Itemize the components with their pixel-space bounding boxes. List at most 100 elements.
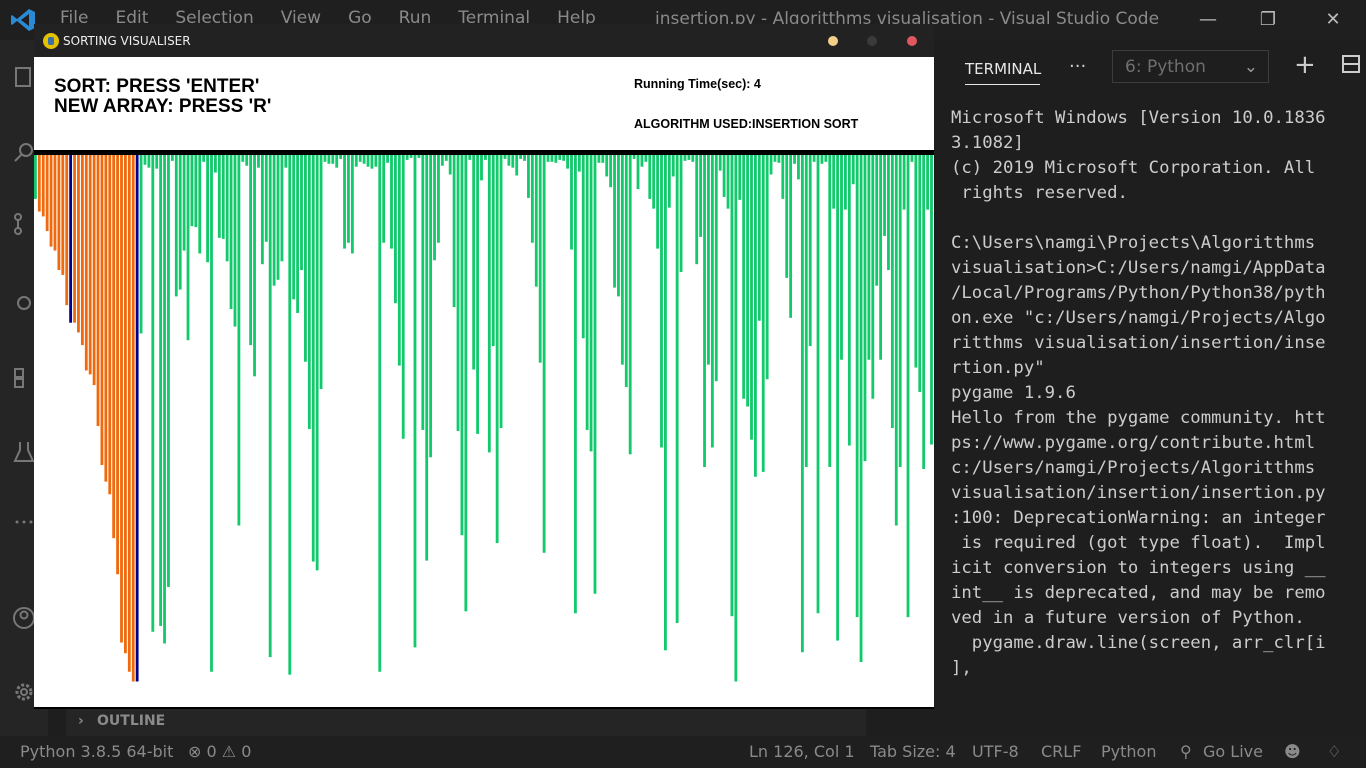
- terminal-output[interactable]: Microsoft Windows [Version 10.0.1836 3.1…: [951, 106, 1353, 681]
- minimize-dot-icon[interactable]: [828, 36, 838, 46]
- array-bar: [214, 155, 217, 173]
- array-bar: [757, 155, 761, 321]
- array-bar: [401, 155, 405, 439]
- extensions-icon[interactable]: [12, 366, 36, 390]
- array-bar: [746, 155, 749, 407]
- array-bar: [851, 155, 855, 185]
- tab-terminal[interactable]: TERMINAL: [965, 60, 1041, 78]
- array-bar: [667, 155, 671, 208]
- settings-gear-icon[interactable]: [12, 680, 36, 704]
- testing-icon[interactable]: [12, 440, 36, 464]
- array-bar: [527, 155, 530, 198]
- array-bar: [636, 155, 640, 190]
- array-bar: [217, 155, 221, 238]
- array-bar: [918, 155, 922, 392]
- array-bar: [241, 155, 245, 162]
- maximize-dot-icon[interactable]: [867, 36, 877, 46]
- array-bar: [429, 155, 433, 458]
- new-terminal-icon[interactable]: +: [1294, 50, 1316, 80]
- array-bar: [210, 155, 213, 672]
- array-bar: [174, 155, 178, 297]
- pygame-window-title: SORTING VISUALISER: [63, 34, 191, 48]
- close-dot-icon[interactable]: [907, 36, 917, 46]
- status-cursor-position[interactable]: Ln 126, Col 1: [749, 742, 855, 761]
- array-bar: [511, 155, 515, 168]
- array-bar: [777, 155, 781, 163]
- array-bar: [691, 155, 695, 162]
- running-time: Running Time(sec): 4: [634, 77, 761, 91]
- array-bar: [577, 155, 581, 172]
- array-bar: [167, 155, 170, 587]
- array-bar: [883, 155, 886, 236]
- array-bar: [887, 155, 890, 271]
- array-bar: [315, 155, 319, 571]
- array-bar: [186, 155, 190, 341]
- array-bar: [832, 155, 836, 209]
- array-bar: [73, 155, 76, 323]
- feedback-icon[interactable]: ☻: [1284, 742, 1301, 761]
- status-python-interpreter[interactable]: Python 3.8.5 64-bit: [20, 742, 173, 761]
- array-bar: [131, 155, 135, 682]
- array-bar: [613, 155, 616, 288]
- status-problems[interactable]: ⊗ 0 ⚠ 0: [188, 742, 251, 761]
- array-bar: [800, 155, 804, 653]
- array-bar: [45, 155, 49, 232]
- array-bar: [898, 155, 902, 467]
- array-bar: [914, 155, 918, 368]
- array-bar: [139, 155, 143, 334]
- array-bar: [855, 155, 859, 618]
- array-bar: [491, 155, 495, 347]
- array-bar: [362, 155, 366, 164]
- array-bar: [155, 155, 159, 169]
- status-encoding[interactable]: UTF-8: [972, 742, 1019, 761]
- array-bar: [554, 155, 558, 163]
- search-icon[interactable]: [12, 140, 36, 164]
- array-bar: [875, 155, 879, 286]
- source-control-icon[interactable]: [12, 212, 36, 236]
- pygame-titlebar[interactable]: SORTING VISUALISER: [34, 24, 934, 57]
- explorer-icon[interactable]: [12, 64, 36, 88]
- array-bar: [237, 155, 241, 526]
- array-bar: [675, 155, 679, 623]
- array-bar: [116, 155, 119, 575]
- status-language[interactable]: Python: [1101, 742, 1156, 761]
- array-bar: [660, 155, 663, 448]
- array-bar: [276, 155, 280, 280]
- array-bar: [507, 155, 511, 166]
- status-eol[interactable]: CRLF: [1041, 742, 1081, 761]
- algorithm-used: ALGORITHM USED:INSERTION SORT: [634, 117, 859, 131]
- array-bar: [812, 155, 816, 162]
- array-bar: [750, 155, 753, 440]
- close-icon[interactable]: ✕: [1321, 8, 1345, 32]
- array-bar: [182, 155, 186, 251]
- terminal-select[interactable]: 6: Python ⌄: [1112, 50, 1269, 83]
- account-icon[interactable]: [12, 606, 36, 630]
- outline-section[interactable]: › OUTLINE: [66, 708, 866, 736]
- run-debug-icon[interactable]: [12, 290, 36, 314]
- status-tab-size[interactable]: Tab Size: 4: [870, 742, 956, 761]
- array-bar: [163, 155, 166, 644]
- array-bar: [378, 155, 382, 672]
- notifications-bell-icon[interactable]: ♢: [1327, 742, 1341, 761]
- array-bar: [96, 155, 100, 427]
- array-bar: [718, 155, 722, 171]
- status-go-live[interactable]: Go Live: [1203, 742, 1263, 761]
- array-bar: [225, 155, 229, 262]
- minimize-icon[interactable]: —: [1196, 8, 1220, 32]
- array-bar: [714, 155, 718, 382]
- visualiser-header: SORT: PRESS 'ENTER' NEW ARRAY: PRESS 'R'…: [34, 57, 934, 150]
- more-actions-icon[interactable]: ···: [1069, 56, 1086, 77]
- array-bar: [609, 155, 613, 188]
- array-bar: [890, 155, 894, 428]
- restore-icon[interactable]: ❐: [1256, 8, 1280, 32]
- split-terminal-icon[interactable]: [1342, 55, 1360, 73]
- array-bar: [828, 155, 832, 467]
- more-icon[interactable]: [12, 510, 36, 534]
- array-bar: [589, 155, 593, 452]
- array-bar: [437, 155, 440, 243]
- array-bar: [765, 155, 769, 380]
- array-bar: [394, 155, 397, 304]
- array-bar: [198, 155, 202, 254]
- array-bar: [844, 155, 847, 210]
- new-array-hint: NEW ARRAY: PRESS 'R': [54, 96, 272, 117]
